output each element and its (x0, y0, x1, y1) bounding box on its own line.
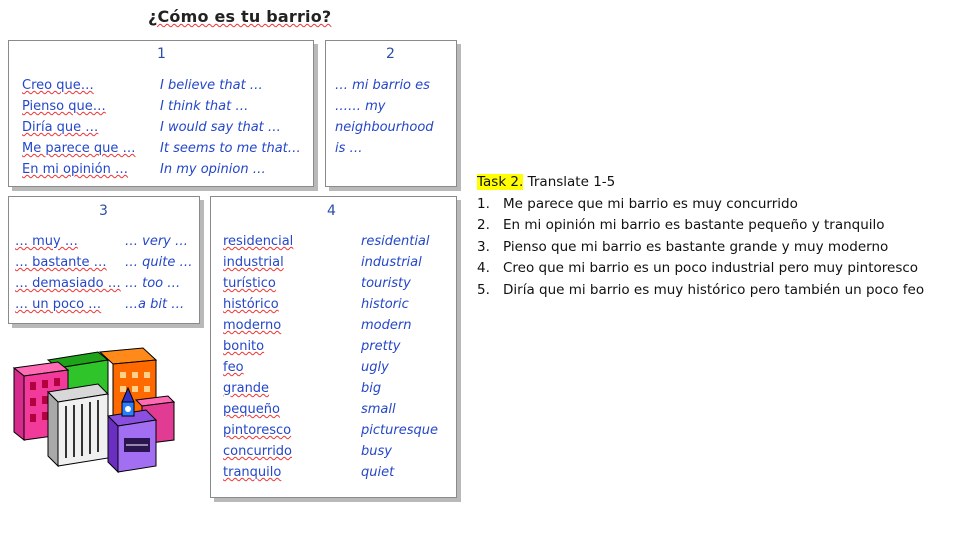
vocab-item: I believe that … (160, 78, 263, 93)
task-item-text: Diría que mi barrio es muy histórico per… (503, 281, 925, 298)
vocab-item: … quite … (125, 255, 193, 270)
box-my-neighbourhood: 2 … mi barrio es …… my neighbourhood is … (325, 40, 457, 187)
task-item: 5. Diría que mi barrio es muy histórico p… (477, 280, 924, 302)
vocab-item: … very … (125, 234, 188, 249)
vocab-item: concurrido (223, 444, 293, 459)
vocab-item: ugly (361, 360, 389, 375)
vocab-item: tranquilo (223, 465, 282, 480)
vocab-item: Pienso que… (22, 99, 106, 114)
task-item-number: 2. (477, 217, 490, 233)
task-item-text: Me parece que mi barrio es muy concurrid… (503, 195, 798, 212)
vocab-item: En mi opinión … (22, 162, 128, 177)
box-number: 2 (386, 46, 395, 62)
vocab-item: Diría que … (22, 120, 99, 135)
vocab-item: turístico (223, 276, 276, 291)
vocab-item: I think that … (160, 99, 249, 114)
vocab-item: … too … (125, 276, 181, 291)
vocab-item: moderno (223, 318, 282, 333)
task-item: 3. Pienso que mi barrio es bastante grand… (477, 237, 924, 259)
vocab-item: …a bit … (125, 297, 185, 312)
task-item-number: 4. (477, 260, 490, 276)
vocab-item: … demasiado … (15, 276, 121, 291)
task-item-number: 1. (477, 195, 490, 212)
vocab-item: … muy … (15, 234, 78, 249)
task-item-text: Pienso que mi barrio es bastante grande … (503, 238, 889, 255)
vocab-item: busy (361, 444, 392, 459)
vocab-item: … un poco … (15, 297, 102, 312)
vocab-item: pretty (361, 339, 401, 354)
task-list: 1. Me parece que mi barrio es muy concurr… (477, 194, 924, 302)
vocab-item: is … (335, 141, 363, 156)
vocab-item: It seems to me that… (160, 141, 301, 156)
vocab-item: modern (361, 318, 412, 333)
box-adjectives: 4 residencial industrial turístico históric… (210, 196, 457, 498)
task-item-number: 5. (477, 281, 490, 298)
vocab-item: big (361, 381, 382, 396)
vocab-item: … bastante … (15, 255, 107, 270)
vocab-item: pintoresco (223, 423, 292, 438)
vocab-item: industrial (223, 255, 284, 270)
task-item: 4. Creo que mi barrio es un poco industri… (477, 258, 924, 280)
vocab-item: … mi barrio es (335, 78, 430, 93)
vocab-item: In my opinion … (160, 162, 266, 177)
vocab-item: neighbourhood (335, 120, 434, 135)
vocab-item: residential (361, 234, 430, 249)
box-number: 1 (157, 46, 166, 62)
box-number: 4 (327, 203, 336, 219)
task-item-number: 3. (477, 238, 490, 255)
vocab-item: feo (223, 360, 244, 375)
page-title: ¿Cómo es tu barrio? (148, 7, 332, 26)
vocab-item: I would say that … (160, 120, 281, 135)
box-intensifiers: 3 … muy … … bastante … … demasiado … … un p… (8, 196, 200, 324)
task-item: 2. En mi opinión mi barrio es bastante pe… (477, 215, 924, 237)
task-panel: Task 2. Translate 1-5 1. Me parece que mi… (477, 172, 924, 301)
vocab-item: pequeño (223, 402, 280, 417)
task-item-text: En mi opinión mi barrio es bastante pequ… (503, 217, 885, 233)
vocab-item: histórico (223, 297, 279, 312)
vocab-item: touristy (361, 276, 411, 291)
vocab-item: picturesque (361, 423, 438, 438)
box-number: 3 (99, 203, 108, 219)
task-label: Task 2. (477, 174, 524, 190)
vocab-item: Creo que… (22, 78, 94, 93)
task-instruction: Translate 1-5 (523, 174, 616, 190)
task-item: 1. Me parece que mi barrio es muy concurr… (477, 194, 924, 216)
city-buildings-illustration (12, 347, 176, 474)
task-item-text: Creo que mi barrio es un poco industrial… (503, 260, 919, 276)
vocab-item: historic (361, 297, 409, 312)
vocab-item: industrial (361, 255, 422, 270)
task-heading: Task 2. Translate 1-5 (477, 172, 924, 194)
vocab-item: bonito (223, 339, 265, 354)
vocab-item: Me parece que … (22, 141, 136, 156)
vocab-item: residencial (223, 234, 294, 249)
vocab-item: quiet (361, 465, 395, 480)
vocab-item: …… my (335, 99, 386, 114)
vocab-item: small (361, 402, 396, 417)
box-openers: 1 Creo que… Pienso que… Diría que … Me pare… (8, 40, 314, 187)
vocab-item: grande (223, 381, 270, 396)
